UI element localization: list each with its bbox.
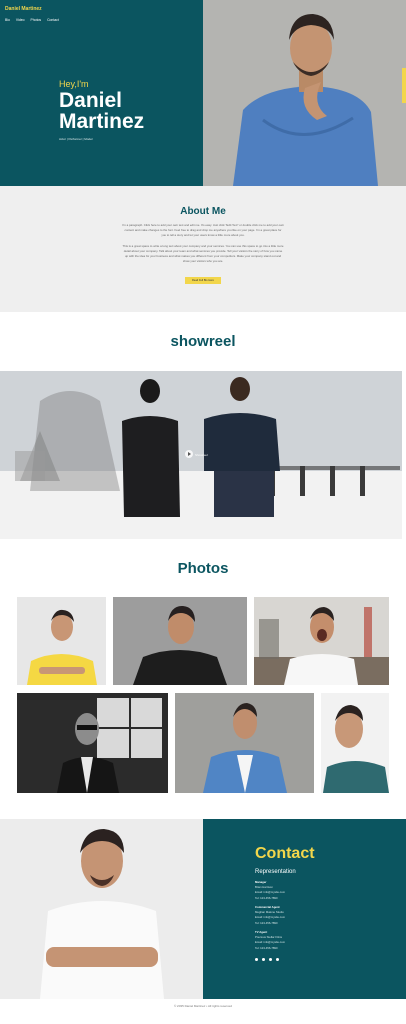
main-nav: Bio Video Photos Contact: [5, 18, 59, 22]
play-icon[interactable]: [185, 450, 193, 458]
photo-boardwalk-yell: [254, 597, 389, 685]
photo-leather-jacket: [113, 597, 247, 685]
agent-email[interactable]: Email: info@mysite.com: [255, 940, 285, 945]
twitter-icon[interactable]: [262, 958, 265, 961]
read-bio-button[interactable]: Read Full Bio Here: [185, 277, 221, 284]
photo-6[interactable]: [321, 693, 389, 793]
about-title: About Me: [180, 206, 226, 217]
agent-tv: TV Agent Precious Stellar Films Email: i…: [255, 930, 285, 951]
hero-name: Daniel Martinez: [59, 89, 145, 133]
nav-item-video[interactable]: Video: [16, 18, 25, 22]
photo-yellow-tee: [17, 597, 106, 685]
hero-portrait: [203, 0, 406, 186]
photo-teal-shirt: [321, 693, 389, 793]
photo-blue-shirt: [175, 693, 314, 793]
instagram-icon[interactable]: [269, 958, 272, 961]
hero-left-panel: Daniel Martinez Bio Video Photos Contact…: [0, 0, 203, 186]
social-links: [255, 958, 279, 961]
agent-tel[interactable]: Tel: 123-456-7890: [255, 921, 285, 926]
photo-1[interactable]: [17, 597, 106, 685]
photo-2[interactable]: [113, 597, 247, 685]
agent-commercial: Commercial Agent Meghan Malone Studio Em…: [255, 905, 285, 926]
contact-title: Contact: [255, 845, 315, 862]
hero-section: Daniel Martinez Bio Video Photos Contact…: [0, 0, 406, 186]
hero-portrait-image: [203, 0, 406, 186]
hero-greeting: Hey,I'm: [59, 79, 89, 89]
footer-text: © 2035 Daniel Martinez • All rights rese…: [174, 1004, 232, 1008]
photo-4[interactable]: [17, 693, 168, 793]
agent-tel[interactable]: Tel: 123-456-7890: [255, 896, 285, 901]
contact-portrait: [0, 819, 203, 999]
showreel-title: showreel: [170, 333, 236, 350]
photo-3[interactable]: [254, 597, 389, 685]
facebook-icon[interactable]: [255, 958, 258, 961]
agent-email[interactable]: Email: info@mysite.com: [255, 915, 285, 920]
contact-panel: Contact Representation Manager Brian Har…: [203, 819, 406, 999]
site-logo[interactable]: Daniel Martinez: [5, 6, 42, 12]
hero-roles: Actor | Performer | Model: [59, 137, 93, 141]
scroll-indicator[interactable]: [402, 68, 406, 103]
photos-title: Photos: [177, 560, 229, 577]
contact-portrait-image: [0, 819, 203, 999]
agent-tel[interactable]: Tel: 123-456-7890: [255, 946, 285, 951]
play-label: Showreel: [195, 453, 208, 457]
about-paragraph-2: This is a great space to write a long te…: [122, 244, 284, 263]
about-section: About Me I'm a paragraph. Click here to …: [0, 186, 406, 312]
nav-item-photos[interactable]: Photos: [31, 18, 42, 22]
youtube-icon[interactable]: [276, 958, 279, 961]
about-paragraph-1: I'm a paragraph. Click here to add your …: [122, 223, 284, 237]
photo-suit-bw: [17, 693, 168, 793]
representation-heading: Representation: [255, 869, 296, 875]
photo-5[interactable]: [175, 693, 314, 793]
showreel-video[interactable]: Showreel: [0, 371, 402, 539]
agent-manager: Manager Brian Harrison Email: info@mysit…: [255, 880, 285, 901]
agent-email[interactable]: Email: info@mysite.com: [255, 890, 285, 895]
nav-item-bio[interactable]: Bio: [5, 18, 10, 22]
nav-item-contact[interactable]: Contact: [47, 18, 59, 22]
